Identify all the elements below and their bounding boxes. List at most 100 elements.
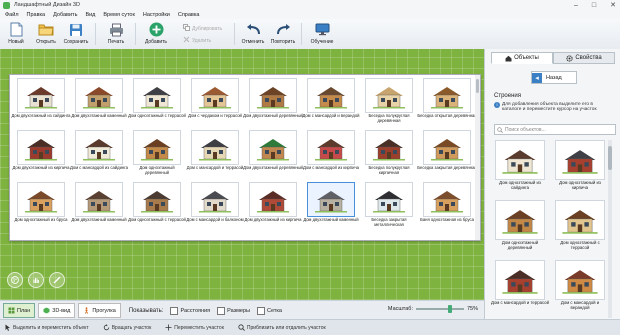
catalog-item[interactable]: Дом с мансардой и верандой <box>302 78 360 129</box>
catalog-item[interactable]: Дом с мансардой и террасой <box>187 130 243 181</box>
catalog-item-image[interactable] <box>423 130 471 165</box>
catalog-item[interactable]: Дом с чердаком и террасой <box>187 78 243 129</box>
catalog-item-image[interactable] <box>307 182 355 217</box>
menu-file[interactable]: Файл <box>5 12 19 18</box>
save-button[interactable]: Сохранить <box>61 22 91 45</box>
catalog-item[interactable]: Дом двухэтажный каменный <box>71 182 127 233</box>
tab-3d-view[interactable]: 3D-вид <box>38 303 76 318</box>
panel-scroll-thumb[interactable] <box>608 146 612 170</box>
catalog-item-image[interactable] <box>249 130 297 165</box>
close-button[interactable]: ✕ <box>610 1 616 9</box>
panel-object-item[interactable]: Дом одноэтажный с террасой <box>551 200 609 262</box>
catalog-item-image[interactable] <box>249 182 297 217</box>
sizes-checkbox-box[interactable] <box>217 306 226 315</box>
catalog-item-image[interactable] <box>75 182 123 217</box>
catalog-item[interactable]: Дом одноэтажный из бруса <box>13 182 69 233</box>
catalog-item-image[interactable] <box>133 78 181 113</box>
tab-plan[interactable]: План <box>3 303 36 318</box>
tutorial-button[interactable]: Обучение <box>307 22 337 45</box>
zoom-slider[interactable] <box>415 305 464 313</box>
catalog-item-image[interactable] <box>17 130 65 165</box>
menu-settings[interactable]: Настройки <box>143 12 170 18</box>
catalog-item[interactable]: Беседка закрытая металлическая <box>361 182 417 233</box>
catalog-item-image[interactable] <box>365 130 413 165</box>
catalog-item-image[interactable] <box>133 182 181 217</box>
catalog-item[interactable]: Дом двухэтажный деревянный <box>243 78 303 129</box>
catalog-item-image[interactable] <box>17 182 65 217</box>
hand-tool-button[interactable] <box>28 272 44 288</box>
panel-scrollbar[interactable] <box>608 140 612 318</box>
panel-object-image[interactable] <box>495 200 545 240</box>
panel-object-item[interactable]: Дом одноэтажный из сайдинга <box>491 140 549 202</box>
menu-edit[interactable]: Правка <box>27 12 46 18</box>
catalog-item[interactable]: Дом с мансардой из сайдинга <box>70 130 128 181</box>
panel-object-item[interactable]: Дом одноэтажный деревянный <box>491 200 549 262</box>
catalog-scrollbar[interactable] <box>475 75 480 240</box>
catalog-item-image[interactable] <box>307 78 355 113</box>
catalog-item-image[interactable] <box>423 78 471 113</box>
panel-object-item[interactable]: Дом с мансардой и верандой <box>551 260 609 319</box>
redo-button[interactable]: Повторить <box>268 22 298 45</box>
measure-tool-button[interactable] <box>49 272 65 288</box>
panel-object-image[interactable] <box>495 140 545 180</box>
catalog-item[interactable]: Дом двухэтажный из сайдинга <box>12 78 70 129</box>
panel-object-image[interactable] <box>555 200 605 240</box>
catalog-item[interactable]: Дом двухэтажный каменный <box>71 78 127 129</box>
catalog-item[interactable]: Беседка полукруглая кирпичная <box>361 130 417 181</box>
catalog-item-image[interactable] <box>17 78 65 113</box>
panel-object-item[interactable]: Дом одноэтажный из кирпича <box>551 140 609 202</box>
paint-tool-button[interactable] <box>7 272 23 288</box>
panel-object-image[interactable] <box>495 260 545 300</box>
zoom-slider-knob[interactable] <box>447 305 452 313</box>
tab-walk[interactable]: Прогулка <box>78 303 121 318</box>
catalog-item-image[interactable] <box>191 182 239 217</box>
catalog-item[interactable]: Дом одноэтажный с террасой <box>128 78 186 129</box>
catalog-item[interactable]: Баня одноэтажная из бруса <box>419 182 475 233</box>
menu-time-of-day[interactable]: Время суток <box>103 12 135 18</box>
catalog-item[interactable]: Беседка закрытая деревянная <box>417 130 477 181</box>
panel-object-item[interactable]: Дом с мансардой и террасой <box>491 260 549 319</box>
catalog-item[interactable]: Дом двухэтажный из кирпича <box>13 130 69 181</box>
catalog-item-image[interactable] <box>423 182 471 217</box>
tab-properties[interactable]: Свойства <box>553 52 615 64</box>
catalog-item-image[interactable] <box>191 130 239 165</box>
catalog-item[interactable]: Дом с мансардой и балконом <box>186 182 244 233</box>
catalog-item-image[interactable] <box>191 78 239 113</box>
print-button[interactable]: Печать <box>101 22 131 45</box>
catalog-item[interactable]: Дом двухэтажный из кирпича <box>245 182 301 233</box>
open-button[interactable]: Открыть <box>31 22 61 45</box>
search-input[interactable]: Поиск объектов... <box>494 124 616 135</box>
catalog-item-image[interactable] <box>307 130 355 165</box>
catalog-item-image[interactable] <box>75 78 123 113</box>
catalog-item-image[interactable] <box>249 78 297 113</box>
duplicate-button[interactable]: Дублировать <box>183 24 222 33</box>
grid-checkbox[interactable]: Сетка <box>256 306 282 315</box>
grid-checkbox-box[interactable] <box>256 306 265 315</box>
menu-add[interactable]: Добавить <box>53 12 77 18</box>
catalog-item-image[interactable] <box>75 130 123 165</box>
catalog-item[interactable]: Дом с мансардой из кирпича <box>303 130 359 181</box>
menu-help[interactable]: Справка <box>178 12 200 18</box>
maximize-button[interactable]: □ <box>592 2 596 9</box>
panel-object-image[interactable] <box>555 140 605 180</box>
catalog-item[interactable]: Дом двухэтажный каменный <box>303 182 359 233</box>
add-button[interactable]: Добавить <box>141 22 171 45</box>
catalog-item[interactable]: Беседка полукруглая деревянная <box>361 78 417 129</box>
catalog-item[interactable]: Дом двухэтажный деревянный <box>243 130 303 181</box>
panel-object-image[interactable] <box>555 260 605 300</box>
tab-objects[interactable]: Объекты <box>491 52 553 64</box>
new-button[interactable]: Новый <box>1 22 31 45</box>
catalog-item[interactable]: Дом одноэтажный деревянный <box>129 130 185 181</box>
back-button[interactable]: ◂ Назад <box>531 71 577 84</box>
minimize-button[interactable]: – <box>574 2 578 9</box>
distances-checkbox-box[interactable] <box>170 306 179 315</box>
delete-button[interactable]: Удалить <box>183 36 211 45</box>
catalog-item-image[interactable] <box>365 182 413 217</box>
menu-view[interactable]: Вид <box>85 12 95 18</box>
catalog-item-image[interactable] <box>365 78 413 113</box>
catalog-item[interactable]: Дом одноэтажный с террасой <box>128 182 186 233</box>
distances-checkbox[interactable]: Расстояния <box>170 306 210 315</box>
catalog-item[interactable]: Беседка открытая деревянная <box>417 78 477 129</box>
catalog-scroll-thumb[interactable] <box>476 79 479 93</box>
undo-button[interactable]: Отменить <box>238 22 268 45</box>
